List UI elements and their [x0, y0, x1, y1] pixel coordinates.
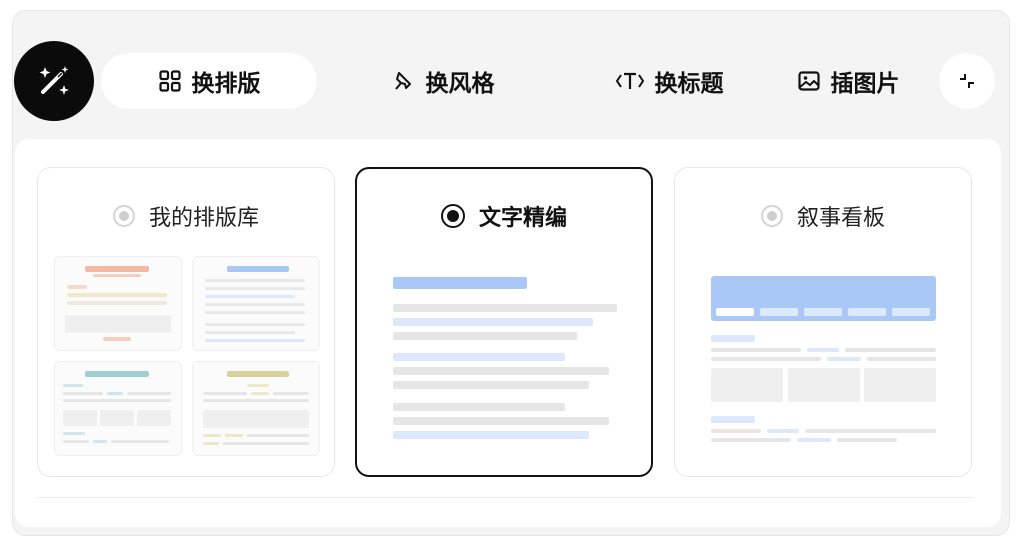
layout-thumbnail[interactable]	[54, 256, 182, 351]
option-card-text-refine[interactable]: 文字精编	[355, 167, 653, 477]
layout-thumbnail[interactable]	[54, 361, 182, 456]
text-layout-preview	[393, 257, 619, 457]
layout-thumbnails	[54, 256, 320, 456]
option-header: 文字精编	[357, 200, 651, 232]
magic-wand-icon	[39, 66, 69, 95]
radio-button[interactable]	[760, 205, 783, 227]
divider	[37, 497, 973, 498]
collapse-icon	[960, 74, 974, 88]
board-layout-preview	[711, 256, 937, 456]
app-frame: 换排版 换风格 换标题 插图片 我的排版库 文字精编 叙事看板	[12, 10, 1010, 536]
tab-title[interactable]: 换标题	[569, 53, 769, 109]
option-header: 叙事看板	[675, 200, 971, 232]
layout-thumbnail[interactable]	[192, 256, 320, 351]
title-text-icon	[615, 72, 644, 89]
tab-label: 换标题	[654, 71, 724, 97]
option-label: 叙事看板	[796, 206, 885, 231]
tab-label: 插图片	[830, 71, 900, 97]
layout-grid-icon	[158, 70, 181, 92]
layout-thumbnail[interactable]	[192, 361, 320, 456]
collapse-button[interactable]	[939, 53, 995, 109]
option-header: 我的排版库	[38, 200, 334, 232]
tab-label: 换风格	[425, 71, 495, 97]
option-card-layout-library[interactable]: 我的排版库	[37, 167, 335, 477]
magic-button[interactable]	[14, 41, 94, 121]
tab-layout[interactable]: 换排版	[101, 53, 317, 109]
option-label: 文字精编	[478, 206, 567, 231]
radio-button[interactable]	[112, 205, 135, 227]
radio-button[interactable]	[440, 204, 465, 228]
tab-image[interactable]: 插图片	[783, 53, 913, 109]
style-brush-icon	[394, 72, 411, 90]
tab-style[interactable]: 换风格	[343, 53, 543, 109]
image-icon	[797, 71, 820, 91]
layout-options-panel: 我的排版库 文字精编 叙事看板	[15, 139, 1001, 527]
option-label: 我的排版库	[148, 206, 259, 231]
option-card-story-board[interactable]: 叙事看板	[674, 167, 972, 477]
toolbar: 换排版 换风格 换标题 插图片	[13, 11, 1009, 143]
tab-label: 换排版	[191, 71, 261, 97]
